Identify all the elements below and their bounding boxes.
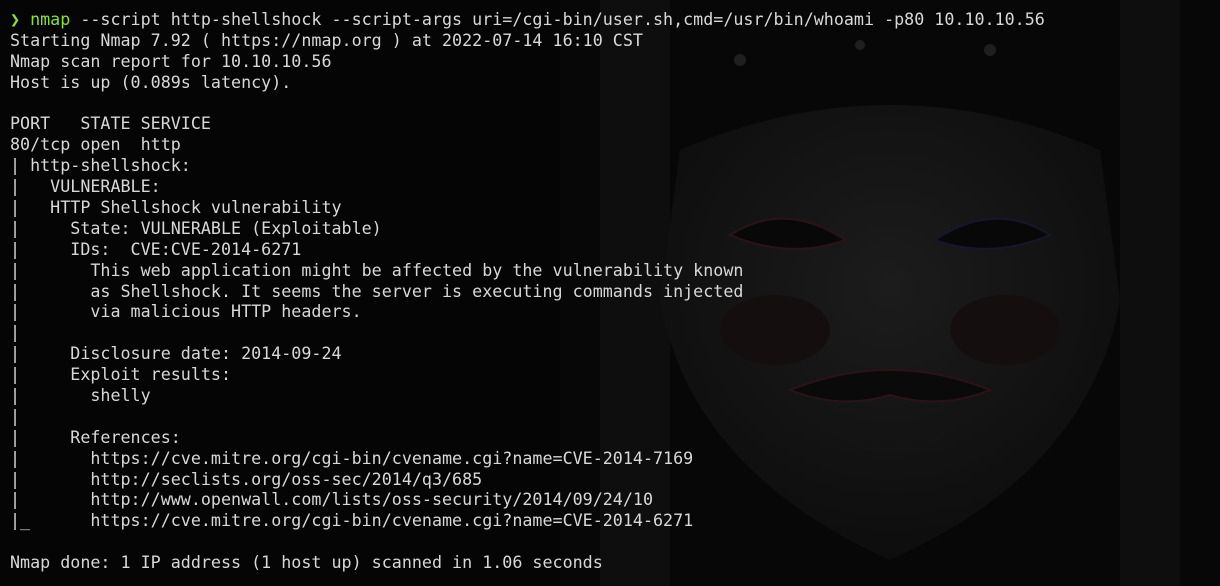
- output-line: | References:: [10, 426, 181, 447]
- output-line: | as Shellshock. It seems the server is …: [10, 280, 744, 301]
- output-line: Host is up (0.089s latency).: [10, 71, 292, 92]
- output-line: | This web application might be affected…: [10, 259, 744, 280]
- output-line: 80/tcp open http: [10, 134, 181, 155]
- output-line: Starting Nmap 7.92 ( https://nmap.org ) …: [10, 29, 643, 50]
- output-line: | via malicious HTTP headers.: [10, 301, 362, 322]
- output-line: | State: VULNERABLE (Exploitable): [10, 217, 382, 238]
- prompt-symbol: ❯: [10, 9, 21, 29]
- command-line: ❯ nmap --script http-shellshock --script…: [10, 9, 1045, 30]
- output-line: | VULNERABLE:: [10, 176, 161, 197]
- terminal-output[interactable]: ❯ nmap --script http-shellshock --script…: [10, 9, 1045, 573]
- output-line: | http://www.openwall.com/lists/oss-secu…: [10, 489, 653, 510]
- output-line: | https://cve.mitre.org/cgi-bin/cvename.…: [10, 447, 694, 468]
- output-line: PORT STATE SERVICE: [10, 113, 211, 134]
- output-line: | Exploit results:: [10, 364, 232, 385]
- output-line: |: [10, 322, 21, 343]
- output-line: |_ https://cve.mitre.org/cgi-bin/cvename…: [10, 510, 694, 531]
- output-line: | HTTP Shellshock vulnerability: [10, 197, 342, 218]
- output-line: | http-shellshock:: [10, 155, 191, 176]
- output-line: Nmap scan report for 10.10.10.56: [10, 50, 332, 71]
- output-line: | shelly: [10, 385, 151, 406]
- command-arguments: --script http-shellshock --script-args u…: [70, 9, 1045, 29]
- command-name: nmap: [30, 9, 71, 29]
- output-line: |: [10, 405, 21, 426]
- output-line: | Disclosure date: 2014-09-24: [10, 343, 342, 364]
- output-line: Nmap done: 1 IP address (1 host up) scan…: [10, 552, 603, 573]
- output-line: | http://seclists.org/oss-sec/2014/q3/68…: [10, 468, 483, 489]
- output-line: | IDs: CVE:CVE-2014-6271: [10, 238, 302, 259]
- terminal-window[interactable]: ❯ nmap --script http-shellshock --script…: [0, 0, 1220, 586]
